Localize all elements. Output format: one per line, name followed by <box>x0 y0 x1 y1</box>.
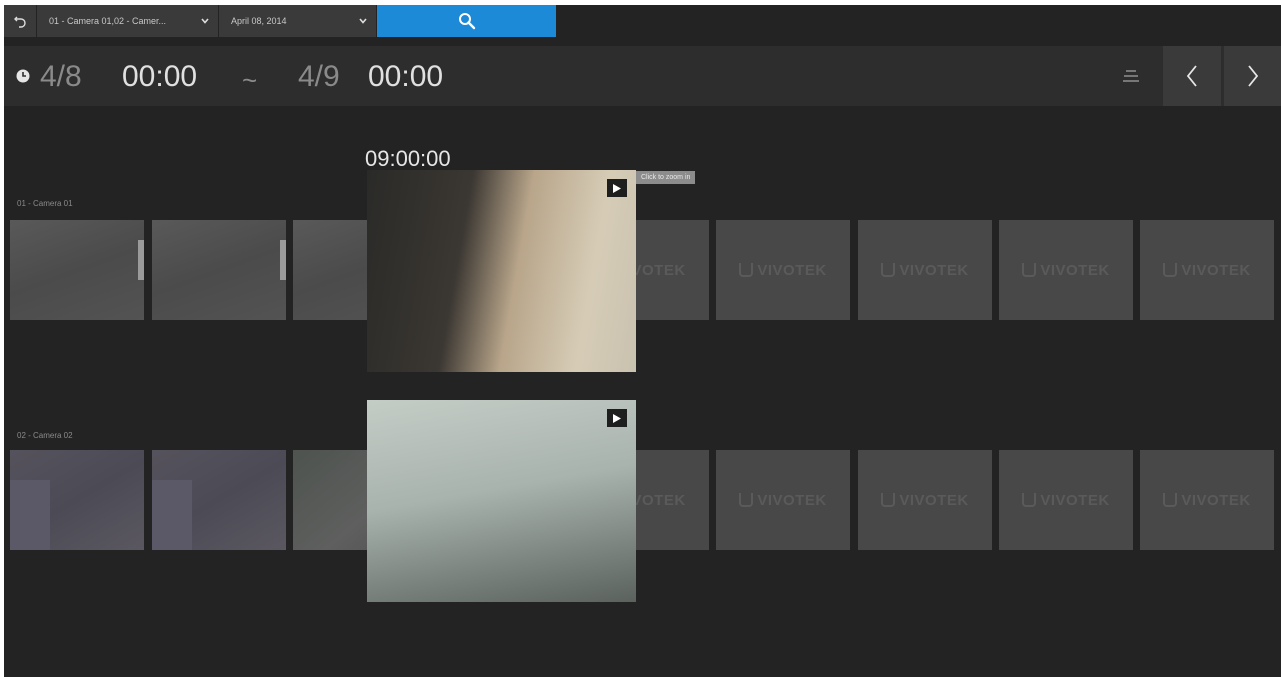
empty-thumbnail[interactable]: VIVOTEK <box>858 220 992 320</box>
empty-thumbnail[interactable]: VIVOTEK <box>716 450 850 550</box>
previous-button[interactable] <box>1163 46 1221 106</box>
play-button[interactable] <box>607 179 627 197</box>
range-separator: ~ <box>242 65 258 95</box>
next-button[interactable] <box>1224 46 1281 106</box>
scroll-marker <box>138 240 144 280</box>
empty-thumbnail[interactable]: VIVOTEK <box>1140 450 1274 550</box>
camera-select-value: 01 - Camera 01,02 - Camer... <box>49 16 167 26</box>
camera-preview[interactable] <box>367 170 636 372</box>
date-select[interactable]: April 08, 2014 <box>219 5 376 37</box>
empty-thumbnail[interactable]: VIVOTEK <box>1140 220 1274 320</box>
recording-thumbnail[interactable] <box>10 220 144 320</box>
end-time: 00:00 <box>368 60 444 93</box>
vivotek-logo-icon: VIVOTEK <box>716 450 850 550</box>
play-icon <box>613 413 621 423</box>
vivotek-logo-icon: VIVOTEK <box>999 450 1133 550</box>
back-icon <box>14 16 26 28</box>
app-window: 01 - Camera 01,02 - Camer... April 08, 2… <box>4 5 1281 677</box>
camera-label: 01 - Camera 01 <box>17 199 73 208</box>
time-range-bar: 4/8 00:00 ~ 4/9 00:00 <box>4 46 1281 106</box>
chevron-right-icon <box>1248 65 1259 87</box>
top-toolbar: 01 - Camera 01,02 - Camer... April 08, 2… <box>4 5 1281 37</box>
clock-icon <box>16 69 30 83</box>
list-view-icon <box>1123 70 1139 82</box>
zoom-tooltip: Click to zoom in <box>636 171 696 184</box>
scroll-marker <box>280 240 286 280</box>
vivotek-logo-icon: VIVOTEK <box>716 220 850 320</box>
vivotek-logo-icon: VIVOTEK <box>858 220 992 320</box>
empty-thumbnail[interactable]: VIVOTEK <box>999 450 1133 550</box>
date-select-value: April 08, 2014 <box>231 16 287 26</box>
recording-thumbnail[interactable] <box>152 450 286 550</box>
empty-thumbnail[interactable]: VIVOTEK <box>716 220 850 320</box>
search-icon <box>458 13 475 30</box>
search-button[interactable] <box>377 5 556 37</box>
play-icon <box>613 183 621 193</box>
camera-label: 02 - Camera 02 <box>17 431 73 440</box>
empty-thumbnail[interactable]: VIVOTEK <box>858 450 992 550</box>
play-button[interactable] <box>607 409 627 427</box>
chevron-down-icon <box>359 18 367 24</box>
vivotek-logo-icon: VIVOTEK <box>858 450 992 550</box>
end-date: 4/9 <box>298 60 340 93</box>
empty-thumbnail[interactable]: VIVOTEK <box>999 220 1133 320</box>
recording-thumbnail[interactable] <box>10 450 144 550</box>
camera-preview[interactable] <box>367 400 636 602</box>
current-time-label: 09:00:00 <box>365 146 451 171</box>
vivotek-logo-icon: VIVOTEK <box>1140 450 1274 550</box>
chevron-left-icon <box>1186 65 1197 87</box>
recording-thumbnail[interactable] <box>152 220 286 320</box>
camera-select[interactable]: 01 - Camera 01,02 - Camer... <box>37 5 218 37</box>
chevron-down-icon <box>201 18 209 24</box>
start-date: 4/8 <box>40 60 82 93</box>
back-button[interactable] <box>4 5 36 37</box>
vivotek-logo-icon: VIVOTEK <box>1140 220 1274 320</box>
list-view-button[interactable] <box>1102 46 1160 106</box>
vivotek-logo-icon: VIVOTEK <box>999 220 1133 320</box>
start-time: 00:00 <box>122 60 198 93</box>
